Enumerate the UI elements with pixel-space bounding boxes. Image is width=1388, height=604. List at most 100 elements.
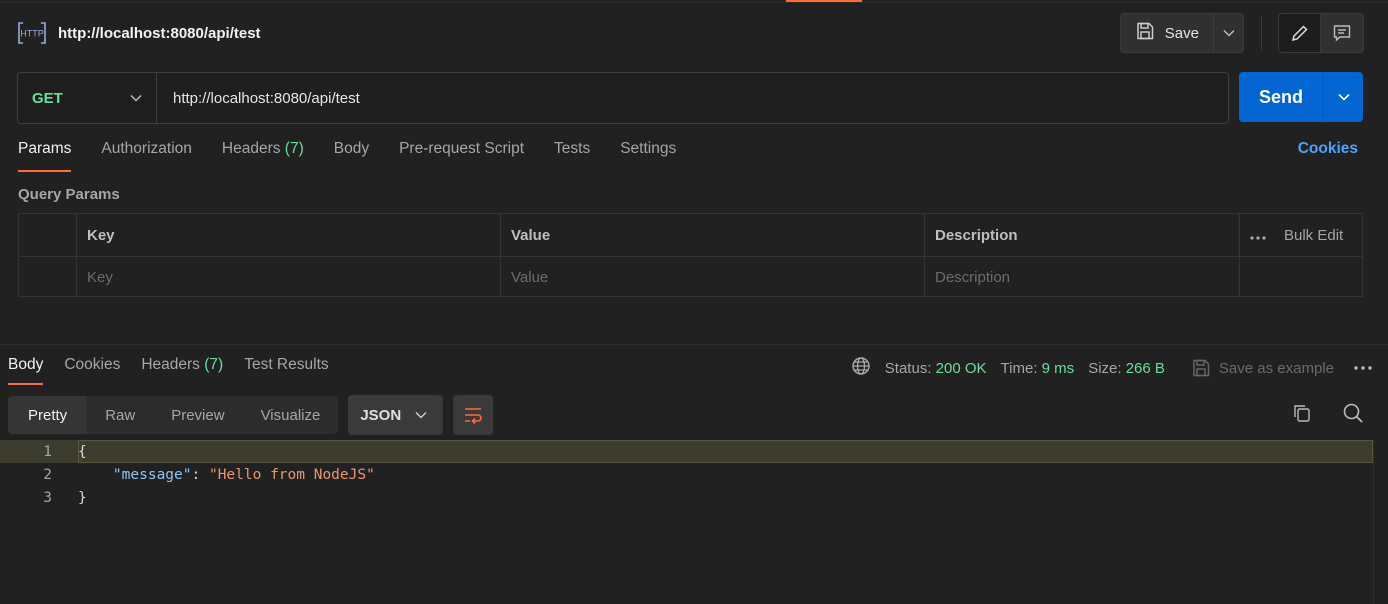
save-button[interactable]: Save bbox=[1121, 14, 1213, 52]
value-input[interactable]: Value bbox=[500, 257, 924, 297]
editor-scrollbar[interactable] bbox=[1373, 440, 1388, 604]
response-tab-body[interactable]: Body bbox=[8, 356, 44, 385]
top-divider bbox=[0, 2, 1388, 3]
comments-button[interactable] bbox=[1321, 14, 1363, 52]
header-separator bbox=[1261, 16, 1262, 50]
table-row: Key Value Description bbox=[19, 256, 1362, 297]
method-label: GET bbox=[32, 89, 63, 107]
save-as-example-button[interactable]: Save as example bbox=[1191, 358, 1334, 378]
code-text: "message": "Hello from NodeJS" bbox=[78, 467, 375, 483]
row-checkbox-cell bbox=[19, 257, 76, 297]
response-view-toolbar: Pretty Raw Preview Visualize JSON bbox=[8, 395, 1364, 435]
code-text: { bbox=[78, 443, 87, 460]
tab-prerequest-script[interactable]: Pre-request Script bbox=[399, 140, 524, 172]
url-box: GET bbox=[17, 72, 1229, 124]
wrap-lines-icon bbox=[465, 408, 482, 425]
size-label: Size: bbox=[1088, 359, 1122, 377]
cookies-link[interactable]: Cookies bbox=[1298, 140, 1358, 158]
response-body-editor[interactable]: 1 { 2 "message": "Hello from NodeJS" 3 } bbox=[0, 440, 1373, 509]
format-select[interactable]: JSON bbox=[348, 395, 444, 435]
view-mode-segmented: Pretty Raw Preview Visualize bbox=[8, 396, 339, 434]
pencil-icon bbox=[1291, 25, 1308, 42]
chevron-down-icon bbox=[415, 411, 427, 419]
url-input[interactable] bbox=[157, 73, 1228, 123]
chevron-down-icon bbox=[130, 94, 142, 102]
response-meta: Status: 200 OK Time: 9 ms Size: 266 B Sa… bbox=[851, 356, 1372, 380]
line-number: 1 bbox=[43, 443, 52, 460]
json-colon: : bbox=[191, 466, 209, 483]
response-tab-cookies[interactable]: Cookies bbox=[64, 356, 120, 385]
tab-authorization[interactable]: Authorization bbox=[101, 140, 191, 172]
view-raw[interactable]: Raw bbox=[87, 396, 153, 434]
request-title[interactable]: http://localhost:8080/api/test bbox=[58, 25, 261, 42]
view-visualize[interactable]: Visualize bbox=[243, 396, 339, 434]
headers-count: (7) bbox=[284, 140, 304, 157]
save-as-example-label: Save as example bbox=[1218, 359, 1334, 377]
status-info[interactable]: Status: 200 OK bbox=[885, 360, 987, 377]
chevron-down-icon bbox=[1222, 29, 1235, 37]
url-bar: GET Send bbox=[17, 72, 1363, 124]
tab-tests[interactable]: Tests bbox=[554, 140, 590, 172]
response-tab-test-results[interactable]: Test Results bbox=[244, 356, 328, 385]
format-label: JSON bbox=[360, 406, 402, 424]
description-column-header: Description bbox=[924, 214, 1239, 256]
description-input[interactable]: Description bbox=[924, 257, 1239, 297]
svg-text:HTTP: HTTP bbox=[20, 29, 44, 39]
time-info[interactable]: Time: 9 ms bbox=[1001, 360, 1075, 377]
more-options-icon[interactable] bbox=[1354, 366, 1372, 370]
chevron-down-icon bbox=[1337, 93, 1350, 101]
response-headers-count: (7) bbox=[204, 356, 224, 373]
status-label: Status: bbox=[884, 359, 932, 377]
query-params-table: Key Value Description Bulk Edit Key Valu… bbox=[18, 213, 1363, 297]
save-button-group: Save bbox=[1119, 13, 1244, 53]
query-params-label: Query Params bbox=[18, 186, 120, 203]
status-value: 200 OK bbox=[935, 359, 987, 377]
time-value: 9 ms bbox=[1041, 359, 1075, 377]
search-icon[interactable] bbox=[1342, 402, 1364, 428]
send-button-group: Send bbox=[1239, 72, 1363, 122]
response-actions bbox=[1292, 402, 1364, 428]
json-string-value: "Hello from NodeJS" bbox=[208, 466, 375, 483]
edit-mode-button[interactable] bbox=[1279, 14, 1321, 52]
globe-icon[interactable] bbox=[851, 356, 871, 380]
code-line: 1 { bbox=[0, 440, 1373, 463]
wrap-lines-button[interactable] bbox=[453, 395, 494, 435]
more-options-icon[interactable] bbox=[1250, 227, 1266, 244]
table-header-row: Key Value Description Bulk Edit bbox=[19, 214, 1362, 256]
bulk-edit-button[interactable]: Bulk Edit bbox=[1284, 227, 1343, 244]
send-button[interactable]: Send bbox=[1239, 72, 1323, 122]
response-headers-label: Headers bbox=[141, 356, 200, 373]
tab-settings[interactable]: Settings bbox=[620, 140, 676, 172]
json-key: "message" bbox=[112, 466, 192, 483]
line-number: 3 bbox=[43, 489, 52, 506]
save-icon bbox=[1193, 359, 1210, 377]
request-header: HTTP http://localhost:8080/api/test Save bbox=[16, 12, 1364, 54]
copy-icon[interactable] bbox=[1292, 403, 1312, 427]
response-tabs: Body Cookies Headers (7) Test Results St… bbox=[8, 356, 1388, 386]
view-mode-group bbox=[1278, 13, 1364, 53]
tab-headers-label: Headers bbox=[221, 140, 281, 157]
time-label: Time: bbox=[1000, 359, 1038, 377]
line-number: 2 bbox=[43, 466, 52, 483]
key-input[interactable]: Key bbox=[76, 257, 500, 297]
method-select[interactable]: GET bbox=[18, 73, 157, 123]
code-text: } bbox=[78, 489, 87, 506]
tab-headers[interactable]: Headers (7) bbox=[222, 140, 304, 172]
tab-params[interactable]: Params bbox=[18, 140, 72, 172]
key-column-header: Key bbox=[76, 214, 500, 256]
header-actions: Save bbox=[1119, 13, 1364, 53]
save-options-button[interactable] bbox=[1213, 14, 1243, 52]
tab-body[interactable]: Body bbox=[334, 140, 369, 172]
checkbox-column bbox=[19, 214, 76, 256]
request-tabs: Params Authorization Headers (7) Body Pr… bbox=[18, 140, 1358, 174]
value-column-header: Value bbox=[500, 214, 924, 256]
code-line: 3 } bbox=[0, 486, 1373, 509]
size-value: 266 B bbox=[1125, 359, 1165, 377]
response-divider[interactable] bbox=[0, 344, 1388, 345]
response-tab-headers[interactable]: Headers (7) bbox=[141, 356, 223, 385]
size-info[interactable]: Size: 266 B bbox=[1088, 360, 1165, 377]
view-preview[interactable]: Preview bbox=[153, 396, 242, 434]
code-line: 2 "message": "Hello from NodeJS" bbox=[0, 463, 1373, 486]
view-pretty[interactable]: Pretty bbox=[8, 396, 88, 434]
send-options-button[interactable] bbox=[1323, 72, 1363, 122]
